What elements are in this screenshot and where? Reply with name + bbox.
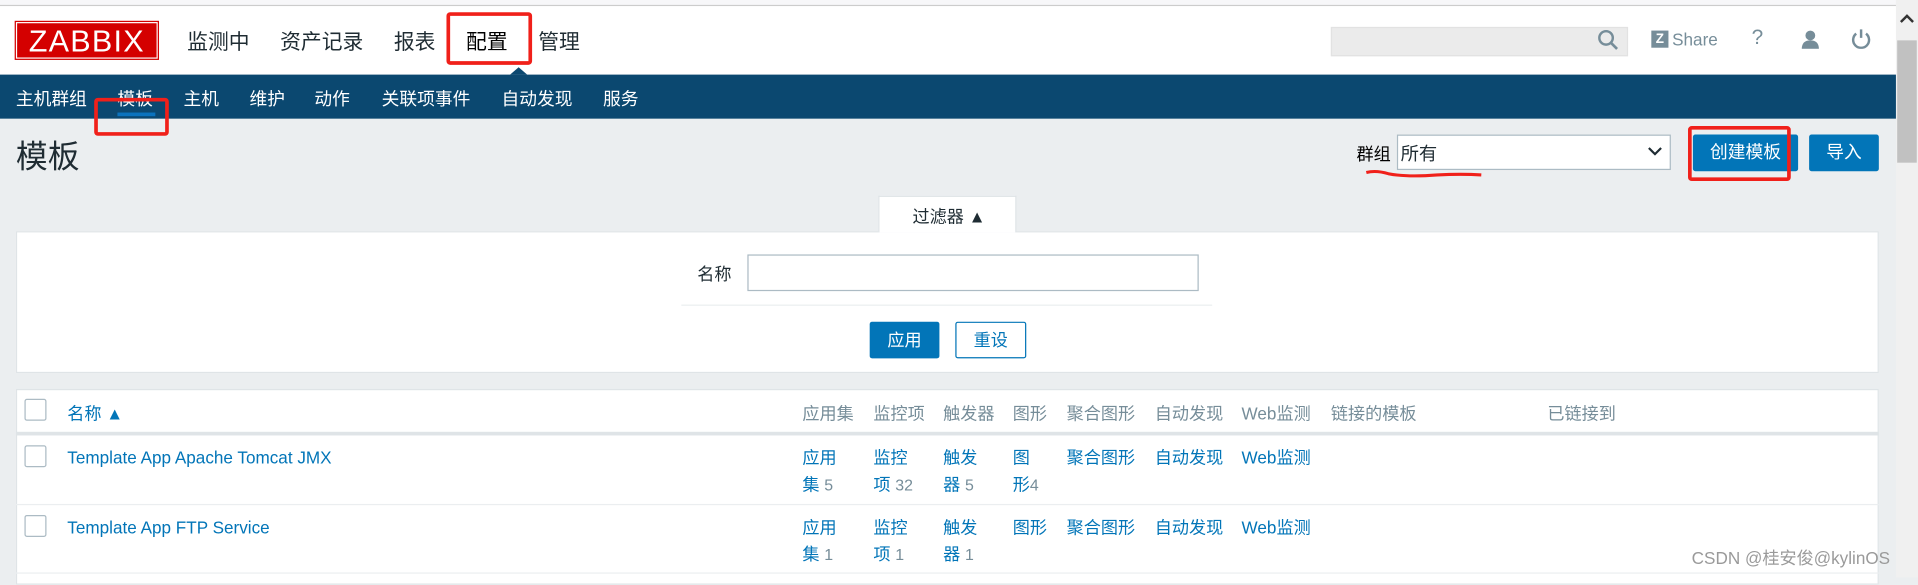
column-screens: 聚合图形	[1066, 403, 1136, 424]
filter-divider	[681, 304, 1213, 306]
items-link[interactable]: 监控项 1	[873, 514, 907, 569]
help-icon[interactable]: ?	[1752, 26, 1764, 50]
zabbix-share-icon: Z	[1651, 30, 1669, 48]
link-text: 触发	[943, 447, 978, 468]
count: 32	[895, 475, 913, 495]
count: 5	[964, 475, 974, 495]
select-all-checkbox[interactable]	[24, 398, 47, 421]
filter-tab[interactable]: 过滤器 ▲	[878, 195, 1017, 233]
link-text: 监控	[873, 517, 908, 537]
subnav-hosts[interactable]: 主机	[183, 86, 218, 112]
nav-administration[interactable]: 管理	[538, 24, 580, 55]
annotation-box-create	[1688, 125, 1791, 182]
link-text: 器	[943, 474, 961, 495]
import-button[interactable]: 导入	[1809, 134, 1879, 172]
zabbix-logo[interactable]: ZABBIX	[14, 20, 160, 60]
web-link[interactable]: Web监测	[1242, 514, 1311, 541]
row-divider	[15, 503, 1879, 506]
applications-link[interactable]: 应用集 5	[802, 444, 836, 499]
count: 1	[964, 545, 974, 564]
column-applications: 应用集	[802, 403, 854, 424]
group-label: 群组	[1356, 144, 1391, 164]
nav-inventory[interactable]: 资产记录	[280, 24, 363, 55]
web-link[interactable]: Web监测	[1242, 444, 1311, 471]
sign-out-icon[interactable]	[1851, 28, 1872, 49]
template-name-link[interactable]: Template App FTP Service	[67, 514, 269, 541]
subnav-actions[interactable]: 动作	[314, 86, 349, 112]
filter-panel	[15, 231, 1879, 374]
triggers-link[interactable]: 触发器 1	[943, 514, 977, 569]
link-text: 图	[1012, 447, 1030, 468]
chevron-down-icon	[1648, 147, 1662, 156]
screens-link[interactable]: 聚合图形	[1067, 444, 1135, 471]
row-checkbox[interactable]	[24, 445, 47, 468]
discovery-link[interactable]: 自动发现	[1155, 444, 1223, 471]
column-name-sort[interactable]: 名称 ▲	[67, 401, 123, 425]
filter-name-input[interactable]	[747, 254, 1199, 292]
search-icon[interactable]	[1597, 29, 1619, 51]
subnav-correlation[interactable]: 关联项事件	[382, 86, 471, 112]
filter-tab-label: 过滤器 ▲	[912, 206, 986, 227]
column-discovery: 自动发现	[1154, 403, 1224, 424]
subnav-discovery[interactable]: 自动发现	[502, 86, 573, 112]
share-link[interactable]: Share	[1672, 29, 1718, 49]
link-text: 形	[1012, 474, 1030, 495]
template-name-link[interactable]: Template App Apache Tomcat JMX	[67, 444, 331, 471]
count: 5	[824, 475, 834, 495]
group-select-value: 所有	[1400, 144, 1438, 166]
column-web: Web监测	[1241, 403, 1311, 424]
link-text: 项	[873, 544, 891, 564]
subnav-maintenance[interactable]: 维护	[250, 86, 285, 112]
graphs-link[interactable]: 图形4	[1013, 444, 1039, 499]
row-checkbox[interactable]	[24, 514, 47, 537]
column-graphs: 图形	[1012, 403, 1048, 424]
scrollbar-thumb[interactable]	[1897, 40, 1917, 163]
link-text: 项	[873, 474, 891, 495]
link-text: 应用	[802, 447, 837, 468]
apply-button[interactable]: 应用	[869, 321, 940, 359]
link-text: 器	[943, 544, 961, 564]
count: 1	[824, 545, 834, 564]
row-divider	[15, 572, 1879, 574]
user-profile-icon[interactable]	[1801, 29, 1821, 49]
column-linked-templates: 链接的模板	[1330, 403, 1417, 424]
link-text: 应用	[802, 517, 837, 537]
count: 1	[895, 545, 905, 564]
column-items: 监控项	[873, 403, 925, 424]
active-menu-caret	[510, 67, 528, 75]
global-search-input[interactable]	[1330, 26, 1629, 57]
page-title: 模板	[15, 138, 80, 175]
link-text: 集	[802, 544, 820, 564]
filter-name-label: 名称	[697, 264, 732, 284]
table-header-border	[15, 431, 1879, 436]
reset-button[interactable]: 重设	[955, 321, 1027, 359]
group-select[interactable]: 所有	[1396, 134, 1671, 171]
items-link[interactable]: 监控项 32	[873, 444, 913, 499]
link-text: 监控	[873, 447, 908, 468]
count: 4	[1029, 475, 1039, 495]
annotation-underline	[1365, 169, 1482, 178]
nav-reports[interactable]: 报表	[394, 24, 436, 55]
watermark: CSDN @桂安俊@kylinOS	[1691, 547, 1891, 568]
triggers-link[interactable]: 触发器 5	[943, 444, 977, 499]
scroll-up-icon[interactable]	[1899, 12, 1915, 24]
link-text: 集	[802, 474, 820, 495]
column-triggers: 触发器	[943, 403, 995, 424]
zabbix-page: ZABBIX 监测中 资产记录 报表 配置 管理 Z Share ? 主机群组 …	[0, 0, 1918, 585]
applications-link[interactable]: 应用集 1	[802, 514, 836, 569]
annotation-box-configuration	[446, 12, 533, 65]
link-text: 触发	[943, 517, 978, 537]
subnav-services[interactable]: 服务	[603, 86, 638, 112]
nav-monitoring[interactable]: 监测中	[187, 24, 249, 55]
discovery-link[interactable]: 自动发现	[1155, 514, 1223, 541]
annotation-box-templates	[94, 97, 169, 136]
screens-link[interactable]: 聚合图形	[1067, 514, 1135, 541]
graphs-link[interactable]: 图形	[1013, 514, 1047, 541]
column-linked-to: 已链接到	[1547, 403, 1616, 424]
subnav-host-groups[interactable]: 主机群组	[16, 86, 87, 112]
